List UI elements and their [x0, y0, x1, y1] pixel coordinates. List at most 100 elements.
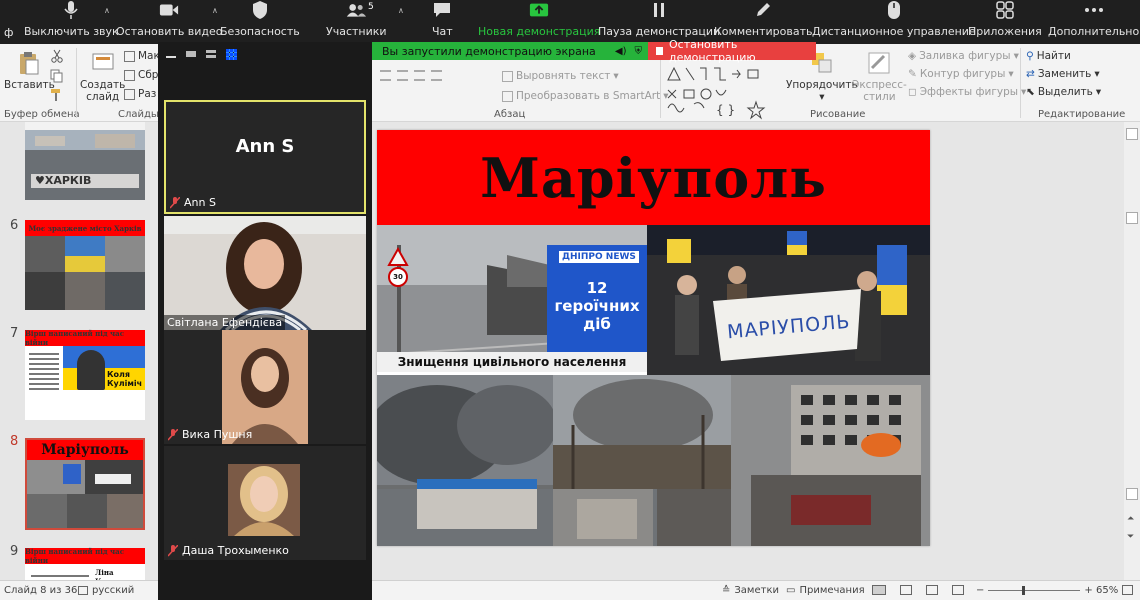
minimize-icon[interactable]: [166, 56, 176, 58]
zoom-level[interactable]: 65%: [1096, 585, 1118, 596]
news-brand: ДНІПРО NEWS: [559, 251, 639, 263]
section-button[interactable]: Раз: [124, 88, 156, 100]
new-share-button[interactable]: Новая демонстрация: [478, 0, 600, 44]
new-slide-icon: [92, 53, 114, 70]
zoom-slider[interactable]: − +: [976, 585, 1093, 596]
reading-view-icon[interactable]: [926, 585, 938, 595]
separator: [1020, 48, 1021, 118]
chevron-up-icon[interactable]: ∧: [212, 6, 218, 15]
shape-fill-button[interactable]: ◈ Заливка фигуры ▾: [908, 50, 1019, 62]
justify-icon[interactable]: [431, 70, 442, 81]
slide-thumbnail-8[interactable]: Маріуполь: [25, 438, 145, 530]
paste-button[interactable]: Вставить: [4, 50, 55, 91]
search-icon: ⚲: [1026, 50, 1034, 62]
thumbnail-title: Маріуполь: [27, 440, 143, 460]
notes-button[interactable]: ≙ Заметки: [722, 585, 779, 596]
slide-thumbnails-pane: ♥ХАРКІВ 6 Моє зраджене місто Харків 7 Ві…: [0, 122, 158, 580]
remote-control-button[interactable]: Дистанционное управление: [812, 0, 976, 44]
chevron-up-icon[interactable]: ∧: [398, 6, 404, 15]
protest-photo: [647, 225, 930, 375]
replace-button[interactable]: ⇄ Заменить ▾: [1026, 68, 1100, 80]
cut-icon[interactable]: [50, 49, 64, 63]
zoom-meeting-toolbar: ф Выключить звук ∧ Остановить видео ∧ Бе…: [0, 0, 1140, 44]
shapes-gallery-icon[interactable]: { }: [664, 66, 776, 120]
speaker-icon[interactable]: ◀): [615, 46, 627, 57]
slideshow-icon[interactable]: [952, 585, 964, 595]
express-styles-button[interactable]: Экспресс- стили: [852, 50, 907, 103]
news-headline: діб: [583, 315, 611, 333]
participant-name: Даша Трохыменко: [182, 544, 289, 557]
microphone-icon: [61, 0, 81, 20]
fit-to-window-icon[interactable]: [1122, 585, 1133, 595]
comments-button[interactable]: ▭ Примечания: [786, 585, 865, 596]
scroll-up-button[interactable]: [1126, 128, 1138, 140]
speaker-view-icon[interactable]: [186, 51, 196, 57]
smartart-button[interactable]: Преобразовать в SmartArt ▾: [502, 90, 668, 102]
align-text-button[interactable]: Выровнять текст ▾: [502, 70, 619, 82]
slide-thumbnail-9[interactable]: Вірш написаний під час війни Ліна Костен…: [25, 547, 145, 580]
format-painter-icon[interactable]: [50, 88, 64, 102]
zoom-track[interactable]: [988, 586, 1081, 595]
previous-slide-icon[interactable]: ⏶: [1127, 514, 1134, 524]
shape-effects-button[interactable]: ◻ Эффекты фигуры ▾: [908, 86, 1026, 98]
current-slide[interactable]: Маріуполь 30 ДНІПРО NEWS 12 героїчних ді…: [377, 130, 930, 546]
paint-bucket-icon: ◈: [908, 50, 917, 62]
participant-tile-vika[interactable]: Вика Пушня: [164, 330, 366, 444]
slide-title[interactable]: Маріуполь: [377, 130, 930, 225]
share-banner: Вы запустили демонстрацию экрана ◀) ⛨ Ос…: [372, 38, 816, 64]
select-button[interactable]: ⬉ Выделить ▾: [1026, 86, 1101, 98]
gallery-view-icon[interactable]: [226, 48, 237, 60]
zoom-in-icon[interactable]: +: [1084, 585, 1092, 596]
zoom-thumb[interactable]: [1022, 586, 1026, 595]
paragraph-group-label: Абзац: [494, 109, 526, 120]
scroll-thumb[interactable]: [1126, 212, 1138, 224]
find-button[interactable]: ⚲ Найти: [1026, 50, 1071, 62]
layout-button[interactable]: Мак: [124, 50, 160, 62]
slide-thumbnail-6[interactable]: Моє зраджене місто Харків: [25, 220, 145, 310]
paragraph-tools-row: [380, 70, 442, 81]
strip-view-icon[interactable]: [206, 50, 216, 58]
participants-button[interactable]: Участники: [326, 0, 387, 44]
language-indicator[interactable]: русский: [78, 585, 134, 596]
slide-thumbnail-5[interactable]: ♥ХАРКІВ: [25, 122, 145, 200]
cursor-icon: ⬉: [1026, 86, 1035, 98]
align-text-icon: [502, 70, 513, 82]
stop-share-button[interactable]: Остановить демонстрацию: [648, 38, 816, 64]
shield-check-icon[interactable]: ⛨: [635, 46, 643, 57]
zoom-out-icon[interactable]: −: [976, 585, 984, 596]
align-right-icon[interactable]: [414, 70, 425, 81]
slide-thumbnail-7[interactable]: Вірш написаний під час війни Коля Кулімі…: [25, 329, 145, 420]
align-center-icon[interactable]: [397, 70, 408, 81]
reset-button[interactable]: Сбр: [124, 69, 158, 81]
participant-tile-ann-s[interactable]: Ann S Ann S: [164, 100, 366, 214]
vertical-scrollbar[interactable]: ⏶ ⏷: [1124, 122, 1140, 580]
security-button[interactable]: Безопасность: [220, 0, 300, 44]
align-left-icon[interactable]: [380, 70, 391, 81]
section-icon: [124, 88, 135, 100]
scroll-down-button[interactable]: [1126, 488, 1138, 500]
normal-view-icon[interactable]: [872, 585, 886, 595]
next-slide-icon[interactable]: ⏷: [1127, 532, 1134, 542]
participant-tile-svitlana[interactable]: Світлана Ефендієва: [164, 216, 366, 332]
chat-button[interactable]: Чат: [432, 0, 453, 44]
share-notice: Вы запустили демонстрацию экрана ◀) ⛨: [372, 42, 648, 60]
participant-tile-dasha[interactable]: Даша Трохыменко: [164, 446, 366, 560]
new-slide-button[interactable]: Создать слайд: [80, 50, 125, 103]
stop-video-button[interactable]: Остановить видео: [116, 0, 223, 44]
chevron-up-icon[interactable]: ∧: [104, 6, 110, 15]
mariupol-collage-mini: [27, 460, 143, 528]
more-button[interactable]: Дополнительно: [1048, 0, 1139, 44]
shape-outline-button[interactable]: ✎ Контур фигуры ▾: [908, 68, 1014, 80]
replace-icon: ⇄: [1026, 68, 1035, 80]
slide-sorter-icon[interactable]: [900, 585, 912, 595]
apps-icon: [995, 0, 1015, 20]
microphone-muted-icon: [170, 196, 180, 209]
copy-icon[interactable]: [50, 69, 64, 83]
kharkiv-photo: [25, 122, 145, 200]
view-buttons: [872, 585, 964, 595]
separator: [76, 48, 77, 118]
apps-button[interactable]: Приложения: [968, 0, 1042, 44]
more-dots-icon: [1084, 0, 1104, 20]
participant-name: Ann S: [184, 196, 216, 209]
participant-video: [228, 464, 300, 536]
